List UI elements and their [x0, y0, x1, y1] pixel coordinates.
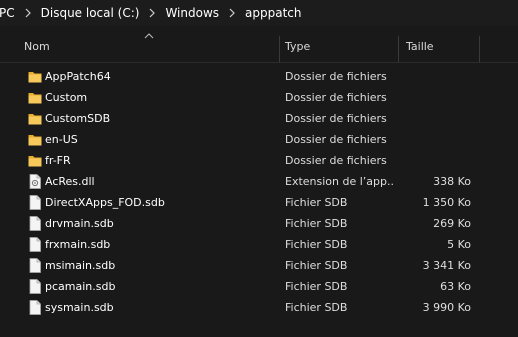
file-row[interactable]: CustomSDB Dossier de fichiers [0, 108, 518, 129]
file-size: 63 Ko [440, 280, 471, 293]
file-row[interactable]: AcRes.dll Extension de l’app... 338 Ko [0, 171, 518, 192]
file-icon [28, 216, 42, 231]
file-icon [28, 258, 42, 273]
file-size: 3 341 Ko [422, 259, 471, 272]
file-size: 5 Ko [447, 238, 471, 251]
file-type: Fichier SDB [285, 301, 348, 314]
folder-icon [28, 153, 42, 168]
file-type: Fichier SDB [285, 196, 348, 209]
column-divider[interactable] [279, 36, 280, 62]
breadcrumb-item-pc[interactable]: PC [0, 6, 15, 20]
chevron-right-icon[interactable] [219, 8, 245, 18]
file-type: Dossier de fichiers [285, 112, 387, 125]
chevron-right-icon[interactable] [139, 8, 165, 18]
file-name: Custom [45, 91, 88, 104]
file-row[interactable]: frxmain.sdb Fichier SDB 5 Ko [0, 234, 518, 255]
file-name: DirectXApps_FOD.sdb [45, 196, 165, 209]
dll-icon [28, 174, 42, 189]
file-name: AcRes.dll [45, 175, 95, 188]
file-type: Extension de l’app... [285, 175, 394, 188]
file-name: drvmain.sdb [45, 217, 114, 230]
file-icon [28, 195, 42, 210]
file-name: en-US [45, 133, 78, 146]
breadcrumb-item-windows[interactable]: Windows [165, 6, 219, 20]
column-header-type[interactable]: Type [285, 32, 310, 62]
file-name: sysmain.sdb [45, 301, 114, 314]
file-icon [28, 237, 42, 252]
file-name: fr-FR [45, 154, 71, 167]
file-type: Dossier de fichiers [285, 91, 387, 104]
file-row[interactable]: en-US Dossier de fichiers [0, 129, 518, 150]
folder-icon [28, 90, 42, 105]
chevron-right-icon[interactable] [15, 8, 41, 18]
folder-icon [28, 69, 42, 84]
sort-ascending-icon [144, 33, 154, 39]
file-type: Fichier SDB [285, 280, 348, 293]
file-type: Fichier SDB [285, 217, 348, 230]
file-type: Dossier de fichiers [285, 154, 387, 167]
column-divider[interactable] [398, 36, 399, 62]
column-divider[interactable] [479, 36, 480, 62]
file-name: CustomSDB [45, 112, 111, 125]
file-row[interactable]: Custom Dossier de fichiers [0, 87, 518, 108]
file-name: AppPatch64 [45, 70, 111, 83]
column-header-name[interactable]: Nom [24, 32, 50, 62]
file-row[interactable]: msimain.sdb Fichier SDB 3 341 Ko [0, 255, 518, 276]
file-row[interactable]: fr-FR Dossier de fichiers [0, 150, 518, 171]
breadcrumb-item-local-disk[interactable]: Disque local (C:) [41, 6, 140, 20]
folder-icon [28, 132, 42, 147]
file-row[interactable]: DirectXApps_FOD.sdb Fichier SDB 1 350 Ko [0, 192, 518, 213]
file-name: frxmain.sdb [45, 238, 111, 251]
file-name: pcamain.sdb [45, 280, 116, 293]
file-type: Dossier de fichiers [285, 133, 387, 146]
file-icon [28, 300, 42, 315]
file-size: 1 350 Ko [422, 196, 471, 209]
column-header-size[interactable]: Taille [406, 32, 434, 62]
file-size: 3 990 Ko [422, 301, 471, 314]
file-type: Dossier de fichiers [285, 70, 387, 83]
file-list: AppPatch64 Dossier de fichiers Custom Dossi… [0, 66, 518, 318]
column-header-bar: Nom Type Taille [0, 32, 518, 63]
file-row[interactable]: AppPatch64 Dossier de fichiers [0, 66, 518, 87]
file-size: 338 Ko [433, 175, 471, 188]
folder-icon [28, 111, 42, 126]
file-row[interactable]: drvmain.sdb Fichier SDB 269 Ko [0, 213, 518, 234]
file-name: msimain.sdb [45, 259, 116, 272]
file-type: Fichier SDB [285, 238, 348, 251]
file-row[interactable]: pcamain.sdb Fichier SDB 63 Ko [0, 276, 518, 297]
file-row[interactable]: sysmain.sdb Fichier SDB 3 990 Ko [0, 297, 518, 318]
breadcrumb: PC Disque local (C:) Windows apppatch [0, 0, 518, 26]
file-icon [28, 279, 42, 294]
file-size: 269 Ko [433, 217, 471, 230]
breadcrumb-item-apppatch[interactable]: apppatch [245, 6, 301, 20]
file-type: Fichier SDB [285, 259, 348, 272]
